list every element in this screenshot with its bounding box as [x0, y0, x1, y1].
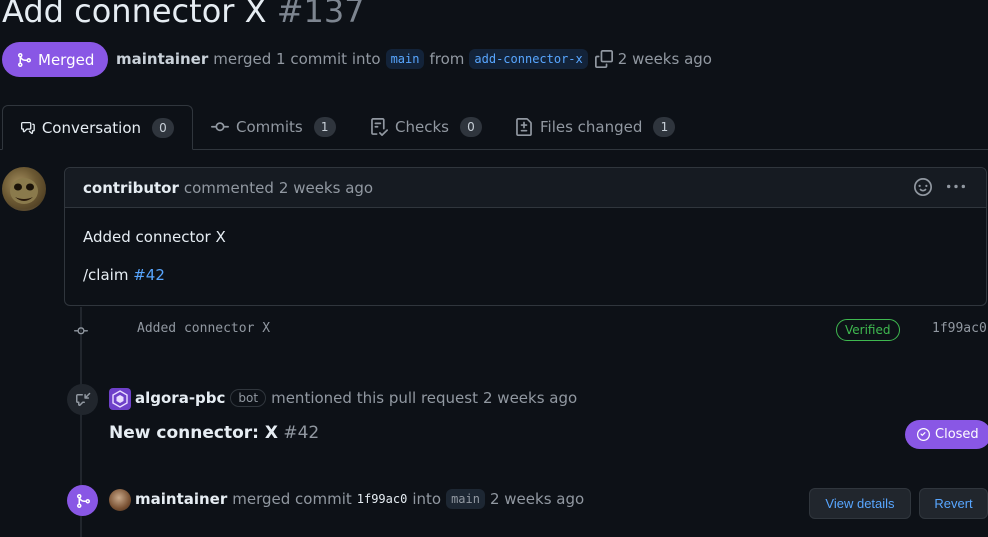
comment-author[interactable]: contributor: [83, 179, 179, 197]
tab-counter: 0: [459, 117, 482, 137]
merge-branch[interactable]: main: [446, 489, 485, 509]
tab-files-changed[interactable]: Files changed 1: [515, 105, 676, 149]
pr-time: 2 weeks ago: [617, 50, 712, 68]
referenced-issue-number[interactable]: #42: [283, 423, 319, 443]
comment-discussion-icon: [21, 121, 35, 134]
pr-author-link[interactable]: maintainer: [116, 50, 208, 68]
verified-badge[interactable]: Verified: [836, 319, 900, 341]
base-branch[interactable]: main: [385, 49, 425, 69]
tab-conversation[interactable]: Conversation 0: [2, 105, 193, 150]
comment-claim-line: /claim #42: [83, 266, 226, 284]
issue-link[interactable]: #42: [133, 266, 165, 284]
contributor-avatar[interactable]: [2, 167, 46, 211]
tab-counter: 1: [653, 117, 676, 137]
maintainer-avatar[interactable]: [109, 489, 131, 511]
referenced-issue-title[interactable]: New connector: X: [109, 423, 278, 443]
pr-meta: maintainer merged 1 commit into main fro…: [116, 49, 712, 69]
page-title: Add connector X #137: [2, 0, 365, 30]
checklist-icon: [371, 118, 388, 136]
git-merge-icon: [67, 485, 98, 516]
mention-time[interactable]: 2 weeks ago: [483, 389, 577, 407]
check-circle-icon: [917, 428, 930, 441]
tab-label: Checks: [395, 118, 449, 136]
head-branch[interactable]: add-connector-x: [469, 49, 588, 69]
git-merge-icon: [18, 52, 32, 67]
tab-counter: 0: [152, 117, 174, 138]
tab-label: Commits: [236, 118, 303, 136]
comment-action: commented: [183, 178, 274, 197]
tab-commits[interactable]: Commits 1: [211, 105, 336, 149]
git-commit-icon: [211, 122, 229, 132]
mention-action: mentioned this pull request: [271, 389, 478, 407]
comment-time[interactable]: 2 weeks ago: [279, 179, 373, 197]
bot-label: bot: [230, 389, 267, 407]
algora-avatar[interactable]: [109, 388, 131, 410]
revert-button[interactable]: Revert: [919, 488, 988, 519]
comment-header: contributor commented 2 weeks ago: [65, 168, 986, 208]
cross-reference-icon: [67, 384, 98, 415]
merged-status-badge: Merged: [2, 42, 109, 77]
smiley-icon[interactable]: [914, 178, 932, 200]
commit-sha-link[interactable]: 1f99ac0: [932, 321, 987, 336]
merge-commit-sha[interactable]: 1f99ac0: [357, 492, 408, 506]
referenced-issue[interactable]: New connector: X #42: [109, 423, 319, 443]
pr-title: Add connector X: [2, 0, 267, 30]
merged-label: Merged: [38, 50, 95, 69]
copy-icon[interactable]: [594, 50, 613, 68]
closed-status-badge: Closed: [905, 420, 988, 449]
git-commit-icon: [74, 323, 88, 337]
comment-box: contributor commented 2 weeks ago Added …: [64, 167, 987, 306]
merge-text: merged 1 commit into: [213, 50, 381, 68]
pr-tabs: Conversation 0 Commits 1 Checks 0 Files …: [0, 105, 988, 150]
merge-actor[interactable]: maintainer: [135, 490, 227, 508]
claim-text: /claim: [83, 266, 129, 284]
tab-label: Files changed: [540, 118, 643, 136]
view-details-button[interactable]: View details: [809, 488, 911, 519]
file-diff-icon: [516, 118, 532, 136]
merge-time[interactable]: 2 weeks ago: [490, 490, 584, 508]
mention-actor[interactable]: algora-pbc: [135, 389, 225, 407]
kebab-horizontal-icon[interactable]: [946, 178, 966, 200]
merge-into: into: [412, 490, 442, 508]
pr-number: #137: [276, 0, 365, 30]
merge-action: merged commit: [232, 490, 352, 508]
closed-label: Closed: [935, 427, 979, 442]
mention-event: algora-pbc bot mentioned this pull reque…: [135, 389, 577, 407]
comment-body: Added connector X /claim #42: [83, 228, 226, 304]
tab-checks[interactable]: Checks 0: [370, 105, 482, 149]
tab-counter: 1: [313, 117, 336, 137]
merge-event: maintainer merged commit 1f99ac0 into ma…: [135, 489, 584, 509]
tab-label: Conversation: [41, 118, 141, 137]
commit-message-link[interactable]: Added connector X: [137, 321, 270, 336]
comment-text: Added connector X: [83, 228, 226, 246]
from-text: from: [429, 50, 465, 68]
